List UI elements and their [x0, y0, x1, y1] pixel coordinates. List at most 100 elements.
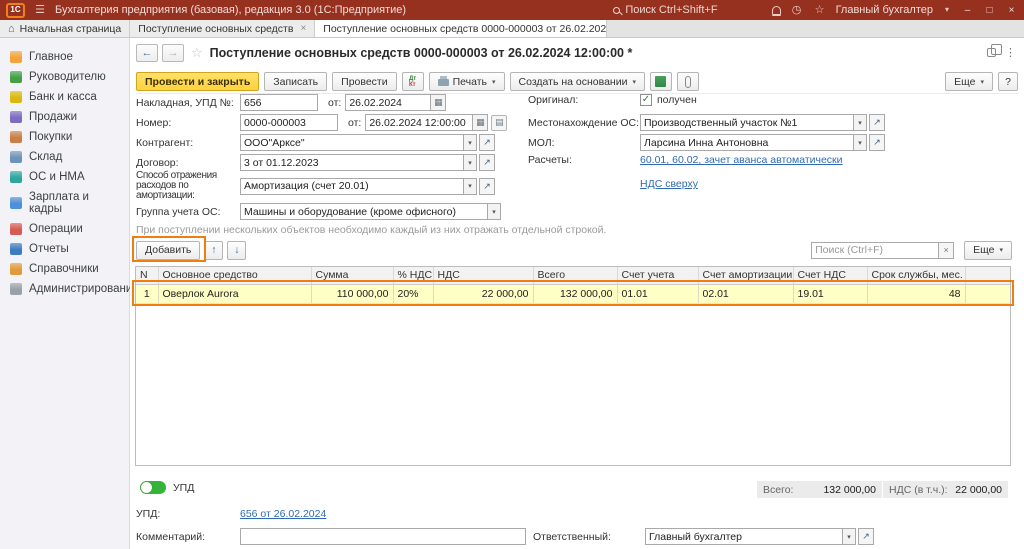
post-and-close-button[interactable]: Провести и закрыть: [136, 72, 259, 91]
cell-depr-account[interactable]: 02.01: [698, 284, 793, 303]
forward-button[interactable]: →: [162, 44, 184, 62]
chevron-down-icon[interactable]: ▾: [464, 134, 477, 151]
notifications-bell-icon[interactable]: [772, 6, 781, 14]
edit-number-icon[interactable]: ▤: [491, 115, 507, 131]
move-down-button[interactable]: ↓: [227, 241, 246, 260]
comment-input[interactable]: [240, 528, 526, 545]
get-link-icon[interactable]: [987, 48, 996, 57]
sidebar-item-fixed-assets[interactable]: ОС и НМА: [0, 167, 129, 187]
cell-vat-pct[interactable]: 20%: [393, 284, 433, 303]
chevron-down-icon[interactable]: ▾: [854, 134, 867, 151]
invoice-number-input[interactable]: [240, 94, 318, 111]
open-icon[interactable]: ↗: [479, 154, 495, 171]
table-row[interactable]: 1 Оверлок Aurora 110 000,00 20% 22 000,0…: [136, 284, 1010, 303]
column-header-vat-account[interactable]: Счет НДС: [793, 267, 867, 284]
chevron-down-icon[interactable]: ▾: [464, 178, 477, 195]
tab-close-icon[interactable]: ×: [300, 23, 306, 34]
calendar-icon[interactable]: ▦: [431, 94, 446, 111]
more-button[interactable]: Еще ▾: [945, 72, 993, 91]
close-window-button[interactable]: ×: [1005, 5, 1018, 16]
column-header-n[interactable]: N: [136, 267, 158, 284]
sidebar-item-administration[interactable]: Администрирование: [0, 279, 129, 299]
sidebar-item-purchases[interactable]: Покупки: [0, 127, 129, 147]
service-menu-chevron-icon[interactable]: ▾: [942, 6, 952, 14]
mol-input[interactable]: [640, 134, 854, 151]
column-header-total[interactable]: Всего: [533, 267, 617, 284]
cell-months[interactable]: 48: [867, 284, 965, 303]
contractor-input[interactable]: [240, 134, 464, 151]
invoice-date-input[interactable]: [345, 94, 431, 111]
contract-input[interactable]: [240, 154, 464, 171]
menu-icon[interactable]: ☰: [33, 5, 47, 16]
back-button[interactable]: ←: [136, 44, 158, 62]
calendar-icon[interactable]: ▦: [473, 114, 488, 131]
favorites-star-icon[interactable]: ☆: [813, 5, 827, 16]
sidebar-item-warehouse[interactable]: Склад: [0, 147, 129, 167]
cell-n[interactable]: 1: [136, 284, 158, 303]
cell-asset[interactable]: Оверлок Aurora: [158, 284, 311, 303]
chevron-down-icon[interactable]: ▾: [488, 203, 501, 220]
sidebar-item-reports[interactable]: Отчеты: [0, 239, 129, 259]
open-icon[interactable]: ↗: [479, 134, 495, 151]
app-logo-icon[interactable]: 1С: [6, 3, 25, 18]
upd-toggle[interactable]: [140, 481, 166, 494]
vat-mode-link[interactable]: НДС сверху: [640, 178, 698, 190]
location-input[interactable]: [640, 114, 854, 131]
sidebar-item-main[interactable]: Главное: [0, 47, 129, 67]
column-header-months[interactable]: Срок службы, мес.: [867, 267, 965, 284]
asset-group-input[interactable]: [240, 203, 488, 220]
reports-grid-button[interactable]: [650, 72, 672, 91]
minimize-button[interactable]: –: [961, 5, 974, 16]
current-user-label[interactable]: Главный бухгалтер: [836, 4, 933, 16]
post-button[interactable]: Провести: [332, 72, 396, 91]
chevron-down-icon[interactable]: ▾: [843, 528, 856, 545]
cell-sum[interactable]: 110 000,00: [311, 284, 393, 303]
chevron-down-icon[interactable]: ▾: [464, 154, 477, 171]
column-header-vat[interactable]: НДС: [433, 267, 533, 284]
more-dots-icon[interactable]: ⋮: [1005, 46, 1016, 59]
clear-search-icon[interactable]: ×: [939, 242, 954, 259]
global-search[interactable]: Поиск Ctrl+Shift+F: [613, 4, 717, 16]
depreciation-method-input[interactable]: [240, 178, 464, 195]
maximize-button[interactable]: □: [983, 5, 996, 16]
column-header-account[interactable]: Счет учета: [617, 267, 698, 284]
sidebar-item-directories[interactable]: Справочники: [0, 259, 129, 279]
document-date-input[interactable]: [365, 114, 473, 131]
add-row-button[interactable]: Добавить: [136, 241, 200, 260]
column-header-asset[interactable]: Основное средство: [158, 267, 311, 284]
cell-vat[interactable]: 22 000,00: [433, 284, 533, 303]
sidebar-item-manager[interactable]: Руководителю: [0, 67, 129, 87]
sidebar-item-payroll[interactable]: Зарплата и кадры: [0, 187, 129, 219]
upd-document-link[interactable]: 656 от 26.02.2024: [240, 508, 326, 520]
responsible-input[interactable]: [645, 528, 843, 545]
open-icon[interactable]: ↗: [858, 528, 874, 545]
chevron-down-icon[interactable]: ▾: [854, 114, 867, 131]
save-button[interactable]: Записать: [264, 72, 327, 91]
tab-home[interactable]: ⌂ Начальная страница: [0, 20, 130, 37]
move-up-button[interactable]: ↑: [204, 241, 223, 260]
history-clock-icon[interactable]: ◷: [790, 5, 804, 16]
sidebar-item-sales[interactable]: Продажи: [0, 107, 129, 127]
open-icon[interactable]: ↗: [479, 178, 495, 195]
show-postings-button[interactable]: ДтКт: [402, 72, 424, 91]
sidebar-item-bank-cash[interactable]: Банк и касса: [0, 87, 129, 107]
create-based-on-button[interactable]: Создать на основании ▾: [510, 72, 645, 91]
tab-document[interactable]: Поступление основных средств 0000-000003…: [315, 20, 607, 37]
column-header-vat-pct[interactable]: % НДС: [393, 267, 433, 284]
sidebar-item-operations[interactable]: Операции: [0, 219, 129, 239]
open-icon[interactable]: ↗: [869, 134, 885, 151]
help-button[interactable]: ?: [998, 72, 1018, 91]
original-checkbox[interactable]: ✓: [640, 94, 652, 106]
cell-account[interactable]: 01.01: [617, 284, 698, 303]
tab-document-list[interactable]: Поступление основных средств ×: [130, 20, 315, 37]
document-number-input[interactable]: [240, 114, 338, 131]
column-header-depr-account[interactable]: Счет амортизации: [698, 267, 793, 284]
cell-vat-account[interactable]: 19.01: [793, 284, 867, 303]
cell-total[interactable]: 132 000,00: [533, 284, 617, 303]
open-icon[interactable]: ↗: [869, 114, 885, 131]
column-header-sum[interactable]: Сумма: [311, 267, 393, 284]
settlements-link[interactable]: 60.01, 60.02, зачет аванса автоматически: [640, 154, 843, 166]
table-search-input[interactable]: [811, 242, 939, 259]
table-more-button[interactable]: Еще ▾: [964, 241, 1012, 260]
favorite-star-icon[interactable]: ☆: [191, 45, 203, 61]
